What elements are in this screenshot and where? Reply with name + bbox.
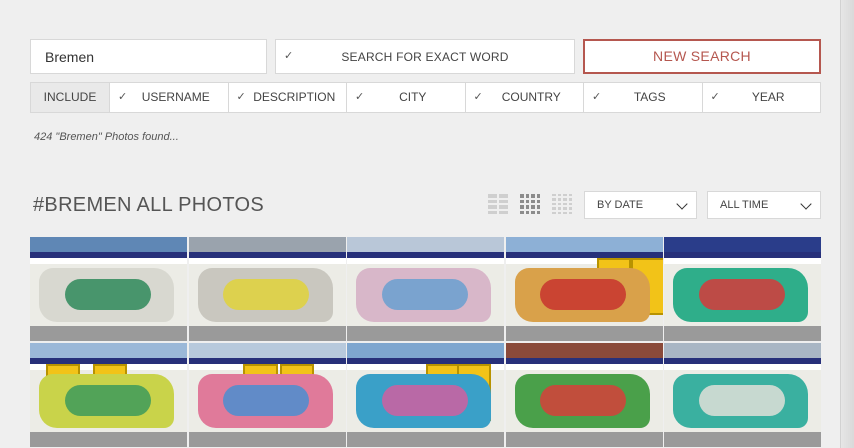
new-search-button[interactable]: NEW SEARCH (583, 39, 821, 74)
filter-include-label: INCLUDE (31, 83, 110, 112)
filter-country[interactable]: ✓ COUNTRY (466, 83, 584, 112)
filter-username[interactable]: ✓ USERNAME (110, 83, 229, 112)
photo-thumbnail[interactable] (30, 343, 187, 447)
timeframe-select[interactable]: ALL TIME (707, 191, 821, 219)
timeframe-select-value: ALL TIME (720, 199, 769, 211)
platform-ground (347, 432, 504, 447)
train-stripe (347, 257, 504, 264)
exact-word-checkbox[interactable]: ✓ SEARCH FOR EXACT WORD (275, 39, 575, 74)
train-stripe (30, 257, 187, 264)
grid-view-icon[interactable] (520, 194, 540, 214)
graffiti-detail (64, 278, 151, 310)
window-edge (840, 0, 854, 448)
page-title: #BREMEN ALL PHOTOS (33, 194, 265, 216)
photo-thumbnail[interactable] (188, 237, 346, 341)
photo-thumbnail[interactable] (664, 343, 821, 447)
platform-ground (505, 326, 663, 341)
graffiti-detail (223, 278, 310, 310)
graffiti-detail (381, 278, 468, 310)
filter-bar: INCLUDE ✓ USERNAME ✓ DESCRIPTION ✓ CITY … (30, 82, 821, 113)
train-stripe (664, 363, 821, 370)
graffiti-detail (64, 384, 151, 416)
platform-ground (30, 432, 187, 447)
platform-ground (347, 326, 504, 341)
checkmark-icon: ✓ (710, 91, 720, 103)
photo-grid (30, 237, 821, 448)
checkmark-icon: ✓ (118, 91, 128, 103)
filter-label: USERNAME (141, 90, 210, 104)
photo-thumbnail[interactable] (664, 237, 821, 341)
photo-thumbnail[interactable] (347, 343, 504, 447)
platform-ground (188, 326, 346, 341)
photo-thumbnail[interactable] (505, 343, 663, 447)
filter-city[interactable]: ✓ CITY (347, 83, 466, 112)
train-stripe (505, 363, 663, 370)
view-toggle (488, 194, 572, 214)
filter-label: TAGS (633, 90, 666, 104)
filter-label: CITY (399, 90, 427, 104)
chevron-down-icon (800, 198, 812, 210)
graffiti-detail (223, 384, 310, 416)
graffiti-detail (381, 384, 468, 416)
photo-thumbnail[interactable] (347, 237, 504, 341)
small-grid-view-icon[interactable] (552, 194, 572, 214)
exact-word-label: SEARCH FOR EXACT WORD (341, 49, 509, 64)
graffiti-detail (698, 278, 785, 310)
filter-year[interactable]: ✓ YEAR (703, 83, 821, 112)
photo-thumbnail[interactable] (505, 237, 663, 341)
checkmark-icon: ✓ (355, 91, 365, 103)
graffiti-detail (540, 278, 627, 310)
filter-description[interactable]: ✓ DESCRIPTION (229, 83, 347, 112)
platform-ground (188, 432, 346, 447)
platform-ground (30, 326, 187, 341)
chevron-down-icon (676, 198, 688, 210)
filter-tags[interactable]: ✓ TAGS (584, 83, 703, 112)
checkmark-icon: ✓ (236, 91, 246, 103)
checkmark-icon: ✓ (592, 91, 602, 103)
search-input[interactable] (30, 39, 267, 74)
graffiti-detail (540, 384, 627, 416)
train-stripe (188, 257, 346, 264)
filter-label: COUNTRY (501, 90, 561, 104)
platform-ground (505, 432, 663, 447)
photo-thumbnail[interactable] (30, 237, 187, 341)
train-stripe (664, 257, 821, 264)
platform-ground (664, 432, 821, 447)
filter-label: YEAR (751, 90, 785, 104)
sort-select[interactable]: BY DATE (584, 191, 697, 219)
checkmark-icon: ✓ (284, 50, 294, 62)
filter-label: DESCRIPTION (253, 90, 336, 104)
graffiti-detail (698, 384, 785, 416)
results-count: 424 "Bremen" Photos found... (34, 131, 179, 143)
checkmark-icon: ✓ (473, 91, 483, 103)
sort-select-value: BY DATE (597, 199, 644, 211)
list-view-icon[interactable] (488, 194, 508, 214)
platform-ground (664, 326, 821, 341)
photo-thumbnail[interactable] (188, 343, 346, 447)
